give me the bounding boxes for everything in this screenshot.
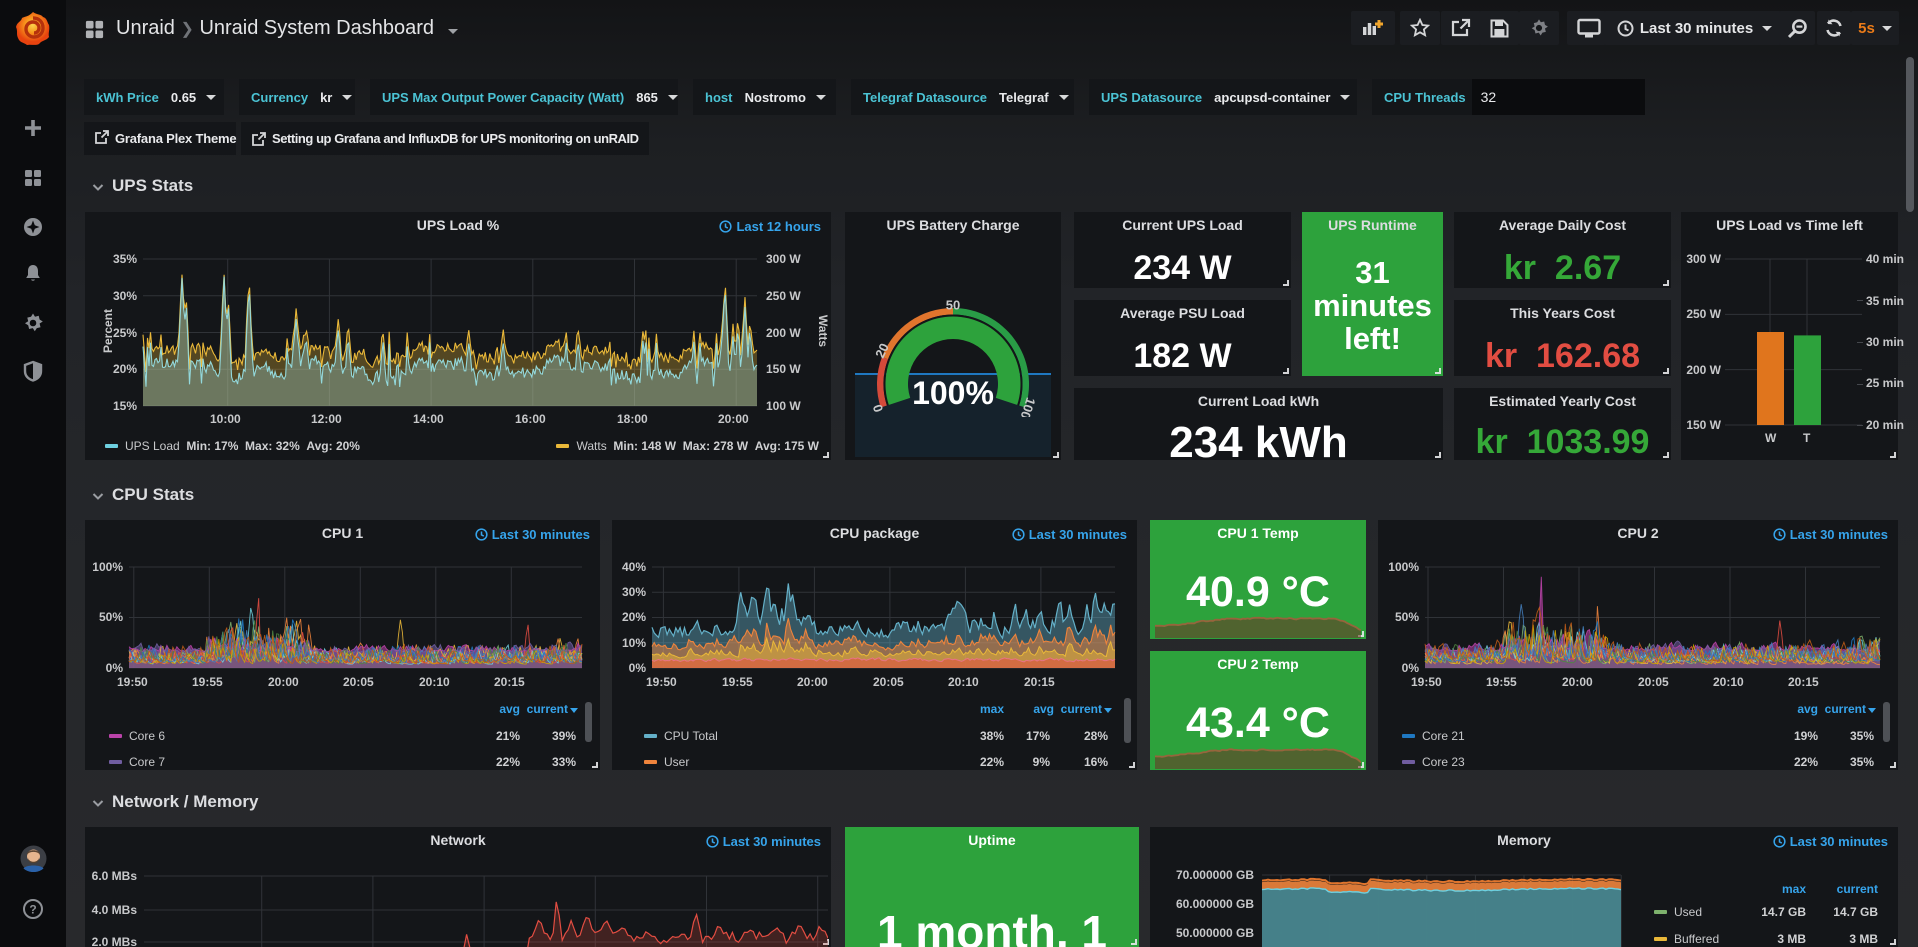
- svg-text:50: 50: [946, 297, 960, 312]
- svg-text:?: ?: [29, 903, 36, 917]
